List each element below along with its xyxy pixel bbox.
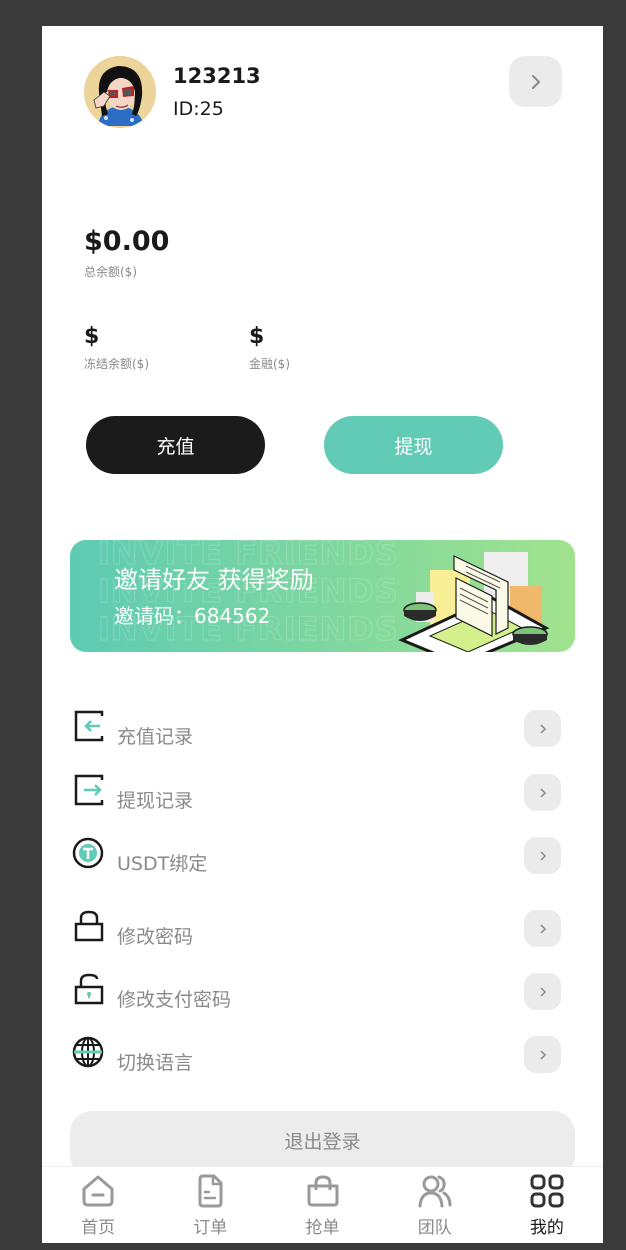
- chevron-right-icon: [539, 923, 546, 934]
- menu-item-switch-language[interactable]: 切换语言: [70, 1036, 575, 1080]
- menu-item-label: USDT绑定: [117, 853, 208, 875]
- invite-banner[interactable]: INVITE FRIENDS INVITE FRIENDS INVITE FRI…: [70, 540, 575, 652]
- menu-item-arrow[interactable]: [524, 910, 561, 947]
- avatar-illustration-icon: [84, 56, 156, 128]
- team-icon: [418, 1175, 452, 1208]
- menu-item-change-payment-password[interactable]: 修改支付密码: [70, 973, 575, 1017]
- menu-item-label: 修改密码: [117, 926, 194, 948]
- tab-label: 我的: [529, 1218, 564, 1238]
- frozen-balance-value: $: [84, 324, 100, 349]
- finance-balance-value: $: [249, 324, 265, 349]
- menu-item-usdt-binding[interactable]: USDT绑定: [70, 837, 575, 881]
- document-icon: [198, 1174, 223, 1208]
- total-balance-label: 总余额($): [84, 265, 137, 279]
- tab-label: 抢单: [305, 1218, 340, 1238]
- chevron-right-icon: [539, 787, 546, 798]
- user-name: 123213: [173, 64, 261, 88]
- menu-item-withdraw-record[interactable]: 提现记录: [70, 774, 575, 818]
- finance-balance-label: 金融($): [249, 357, 290, 371]
- menu-item-arrow[interactable]: [524, 837, 561, 874]
- chevron-right-icon: [539, 850, 546, 861]
- grid-icon: [530, 1174, 564, 1208]
- tab-orders[interactable]: 订单: [154, 1167, 266, 1243]
- menu-item-arrow[interactable]: [524, 774, 561, 811]
- menu-item-recharge-record[interactable]: 充值记录: [70, 710, 575, 754]
- home-icon: [82, 1175, 114, 1207]
- menu-item-label: 切换语言: [117, 1052, 194, 1074]
- invite-illustration-icon: [398, 552, 550, 652]
- withdraw-record-icon: [74, 774, 104, 806]
- avatar[interactable]: [84, 56, 156, 128]
- tab-grab-orders[interactable]: 抢单: [266, 1167, 378, 1243]
- menu-item-label: 修改支付密码: [117, 989, 232, 1011]
- tab-label: 订单: [193, 1218, 228, 1238]
- chevron-right-icon: [539, 723, 546, 734]
- total-balance-value: $0.00: [84, 226, 170, 257]
- chevron-right-icon: [539, 1049, 546, 1060]
- menu-item-change-password[interactable]: 修改密码: [70, 910, 575, 954]
- tab-home[interactable]: 首页: [42, 1167, 154, 1243]
- invite-code: 邀请码：684562: [114, 604, 271, 628]
- usdt-icon: [72, 837, 104, 869]
- bottom-tab-bar: 首页 订单 抢单 团队 我的: [42, 1166, 603, 1243]
- frozen-balance-label: 冻结余额($): [84, 357, 149, 371]
- tab-team[interactable]: 团队: [379, 1167, 491, 1243]
- recharge-record-icon: [74, 710, 104, 742]
- lock-icon: [74, 910, 104, 942]
- recharge-button[interactable]: 充值: [86, 416, 265, 474]
- profile-page: 123213 ID:25 $0.00 总余额($) $ 冻结余额($) $ 金融…: [42, 26, 603, 1243]
- withdraw-button[interactable]: 提现: [324, 416, 503, 474]
- unlock-icon: [74, 973, 104, 1005]
- profile-detail-button[interactable]: [509, 56, 562, 107]
- tab-label: 首页: [81, 1218, 116, 1238]
- tab-mine[interactable]: 我的: [491, 1167, 603, 1243]
- menu-item-label: 提现记录: [117, 790, 194, 812]
- user-id: ID:25: [173, 98, 224, 120]
- tab-label: 团队: [417, 1218, 452, 1238]
- globe-icon: [72, 1036, 104, 1068]
- shopping-bag-icon: [307, 1175, 338, 1207]
- menu-item-arrow[interactable]: [524, 973, 561, 1010]
- menu-item-arrow[interactable]: [524, 1036, 561, 1073]
- menu-item-arrow[interactable]: [524, 710, 561, 747]
- chevron-right-icon: [531, 74, 540, 89]
- chevron-right-icon: [539, 986, 546, 997]
- menu-item-label: 充值记录: [117, 726, 194, 748]
- banner-title: 邀请好友 获得奖励: [114, 566, 314, 594]
